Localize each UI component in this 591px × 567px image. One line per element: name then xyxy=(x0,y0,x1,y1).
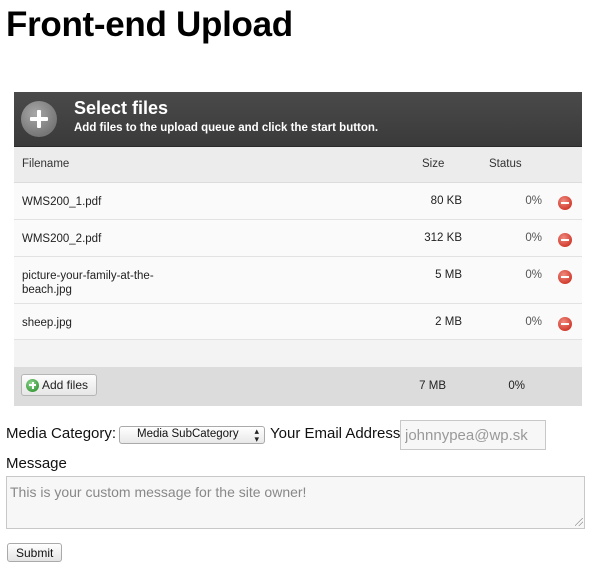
uploader-subtitle: Add files to the upload queue and click … xyxy=(74,122,379,134)
total-status: 0% xyxy=(508,380,525,392)
remove-file-icon[interactable] xyxy=(558,270,572,284)
column-header-row: Filename Size Status xyxy=(14,147,582,183)
page-title: Front-end Upload xyxy=(6,5,293,44)
remove-file-icon[interactable] xyxy=(558,317,572,331)
file-size: 5 MB xyxy=(435,269,462,281)
media-category-label: Media Category: xyxy=(6,425,117,442)
file-name: WMS200_2.pdf xyxy=(22,233,102,245)
column-status: Status xyxy=(489,158,522,170)
remove-file-icon[interactable] xyxy=(558,233,572,247)
file-row: sheep.jpg 2 MB 0% xyxy=(14,304,582,340)
file-row: WMS200_1.pdf 80 KB 0% xyxy=(14,183,582,220)
select-arrows-icon: ▴ ▾ xyxy=(254,426,259,444)
total-size: 7 MB xyxy=(419,380,446,392)
file-size: 312 KB xyxy=(424,232,462,244)
file-status: 0% xyxy=(525,269,542,281)
add-files-label: Add files xyxy=(42,378,89,392)
media-category-select[interactable]: Media SubCategory ▴ ▾ xyxy=(119,426,265,444)
file-name: picture-your-family-at-the-beach.jpg xyxy=(22,270,154,296)
file-status: 0% xyxy=(525,232,542,244)
column-filename: Filename xyxy=(22,158,70,170)
plus-icon xyxy=(26,378,39,392)
submit-button[interactable]: Submit xyxy=(7,543,63,562)
file-row: picture-your-family-at-the-beach.jpg 5 M… xyxy=(14,257,582,304)
uploader-header: Select files Add files to the upload que… xyxy=(14,92,582,147)
file-size: 80 KB xyxy=(430,195,462,207)
media-category-value: Media SubCategory xyxy=(137,428,239,440)
file-status: 0% xyxy=(525,316,542,328)
uploader-footer: Add files 7 MB 0% xyxy=(14,367,582,406)
message-field[interactable] xyxy=(6,476,585,529)
uploader-title: Select files xyxy=(74,98,169,118)
remove-file-icon[interactable] xyxy=(558,196,572,210)
upload-queue: Select files Add files to the upload que… xyxy=(14,92,582,406)
column-size: Size xyxy=(422,158,445,170)
file-size: 2 MB xyxy=(435,316,462,328)
email-label: Your Email Address xyxy=(270,425,401,442)
file-row: WMS200_2.pdf 312 KB 0% xyxy=(14,220,582,257)
add-icon[interactable] xyxy=(21,101,57,137)
file-status: 0% xyxy=(525,195,542,207)
file-name: WMS200_1.pdf xyxy=(22,196,102,208)
file-name: sheep.jpg xyxy=(22,317,72,329)
message-label: Message xyxy=(6,455,67,472)
email-field[interactable] xyxy=(400,420,546,450)
resize-grip-icon[interactable] xyxy=(575,518,583,526)
form-row: Media Category: Media SubCategory ▴ ▾ You… xyxy=(6,420,591,450)
add-files-button[interactable]: Add files xyxy=(21,374,98,396)
